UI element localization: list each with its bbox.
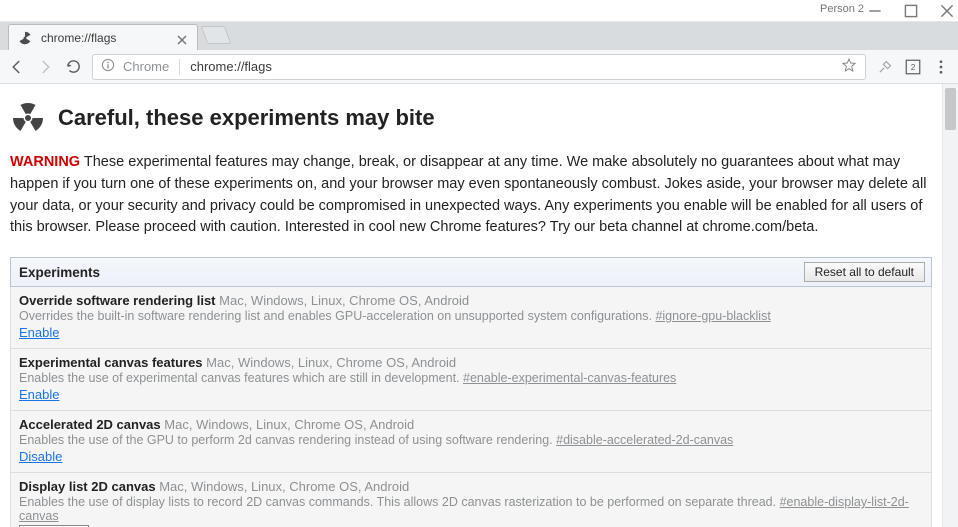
vertical-scrollbar[interactable] (942, 84, 958, 527)
window-close-button[interactable] (940, 4, 954, 18)
reset-all-button[interactable]: Reset all to default (804, 262, 925, 282)
flag-name: Override software rendering list (19, 293, 216, 308)
tab-strip: chrome://flags (0, 22, 958, 50)
flag-hash-link[interactable]: #disable-accelerated-2d-canvas (556, 433, 733, 447)
flag-enable-link[interactable]: Enable (19, 387, 59, 402)
page-viewport: Careful, these experiments may bite WARN… (0, 84, 958, 527)
warning-label: WARNING (10, 154, 80, 170)
info-icon[interactable] (101, 58, 115, 75)
flag-name: Experimental canvas features (19, 355, 203, 370)
flag-row: Accelerated 2D canvas Mac, Windows, Linu… (10, 411, 932, 473)
window-titlebar: Person 2 (0, 0, 958, 22)
window-minimize-button[interactable] (868, 4, 882, 18)
flag-row: Override software rendering list Mac, Wi… (10, 287, 932, 349)
window-maximize-button[interactable] (904, 4, 918, 18)
bookmark-star-icon[interactable] (841, 57, 857, 76)
reload-button[interactable] (64, 58, 82, 76)
experiments-header: Experiments Reset all to default (10, 257, 932, 287)
flag-row: Experimental canvas features Mac, Window… (10, 349, 932, 411)
browser-toolbar: Chrome chrome://flags 2 (0, 50, 958, 84)
new-tab-button[interactable] (201, 26, 232, 44)
warning-text: These experimental features may change, … (10, 154, 926, 235)
warning-header: Careful, these experiments may bite (10, 100, 932, 136)
menu-button[interactable] (932, 58, 950, 76)
flag-enable-link[interactable]: Enable (19, 325, 59, 340)
flag-description: Enables the use of experimental canvas f… (19, 371, 463, 385)
experiments-title: Experiments (19, 265, 100, 280)
address-bar[interactable]: Chrome chrome://flags (92, 54, 866, 80)
flag-name: Display list 2D canvas (19, 479, 156, 494)
flag-row: Display list 2D canvas Mac, Windows, Lin… (10, 473, 932, 527)
profile-label[interactable]: Person 2 (820, 3, 864, 15)
radiation-icon (17, 30, 33, 46)
flag-platforms: Mac, Windows, Linux, Chrome OS, Android (206, 355, 456, 370)
page-content: Careful, these experiments may bite WARN… (0, 84, 942, 527)
flag-description: Enables the use of display lists to reco… (19, 495, 780, 509)
flag-platforms: Mac, Windows, Linux, Chrome OS, Android (159, 479, 409, 494)
pushpin-icon[interactable] (876, 58, 894, 76)
tab-title: chrome://flags (41, 31, 169, 45)
omnibox-scheme: Chrome (123, 59, 169, 74)
warning-paragraph: WARNING These experimental features may … (10, 152, 932, 239)
flag-platforms: Mac, Windows, Linux, Chrome OS, Android (219, 293, 469, 308)
flag-description: Enables the use of the GPU to perform 2d… (19, 433, 556, 447)
omnibox-separator (179, 59, 180, 75)
scrollbar-thumb[interactable] (945, 88, 956, 130)
flag-name: Accelerated 2D canvas (19, 417, 161, 432)
profile-switcher-icon[interactable]: 2 (904, 58, 922, 76)
page-title: Careful, these experiments may bite (58, 105, 435, 131)
flag-disable-link[interactable]: Disable (19, 449, 62, 464)
flag-hash-link[interactable]: #enable-experimental-canvas-features (463, 371, 676, 385)
back-button[interactable] (8, 58, 26, 76)
forward-button[interactable] (36, 58, 54, 76)
radiation-icon (10, 100, 46, 136)
flag-hash-link[interactable]: #ignore-gpu-blacklist (655, 309, 770, 323)
flag-description: Overrides the built-in software renderin… (19, 309, 655, 323)
svg-text:2: 2 (911, 63, 916, 72)
tab-close-button[interactable] (177, 32, 189, 44)
flag-platforms: Mac, Windows, Linux, Chrome OS, Android (164, 417, 414, 432)
browser-tab[interactable]: chrome://flags (8, 24, 198, 50)
omnibox-url: chrome://flags (190, 59, 272, 74)
